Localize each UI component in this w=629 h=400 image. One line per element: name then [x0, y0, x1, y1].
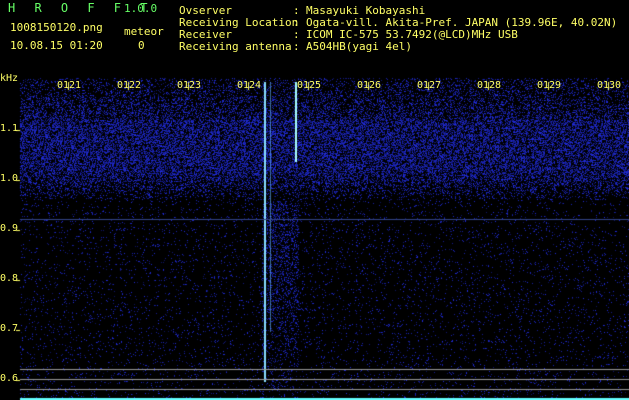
- time-tick-label: 0129: [537, 80, 562, 91]
- meteor-count: 0: [138, 39, 145, 52]
- colon: :: [293, 40, 300, 53]
- meteor-label: meteor: [124, 25, 164, 38]
- time-tick-label: 0123: [177, 80, 202, 91]
- file-name: 1008150120.png: [10, 21, 103, 34]
- freq-tick-label: 1.1: [0, 123, 19, 134]
- antenna-label: Receiving antenna: [179, 40, 292, 53]
- time-tick-label: 0121: [57, 80, 82, 91]
- freq-tick-label: 0.6: [0, 373, 19, 384]
- app-version: 1.0.0: [124, 2, 158, 15]
- time-tick-label: 0130: [597, 80, 622, 91]
- freq-tick-label: 0.8: [0, 273, 19, 284]
- antenna-value: A504HB(yagi 4el): [306, 40, 412, 53]
- freq-tick-label: 0.7: [0, 323, 19, 334]
- time-tick-label: 0125: [297, 80, 322, 91]
- time-tick-label: 0122: [117, 80, 142, 91]
- time-tick-label: 0126: [357, 80, 382, 91]
- time-tick-label: 0124: [237, 80, 262, 91]
- frequency-unit-label: kHz: [0, 73, 19, 84]
- freq-tick-label: 1.0: [0, 173, 19, 184]
- freq-tick-label: 0.9: [0, 223, 19, 234]
- time-tick-label: 0127: [417, 80, 442, 91]
- time-tick-label: 0128: [477, 80, 502, 91]
- spectrogram-canvas: [0, 0, 629, 400]
- capture-datetime: 10.08.15 01:20: [10, 39, 103, 52]
